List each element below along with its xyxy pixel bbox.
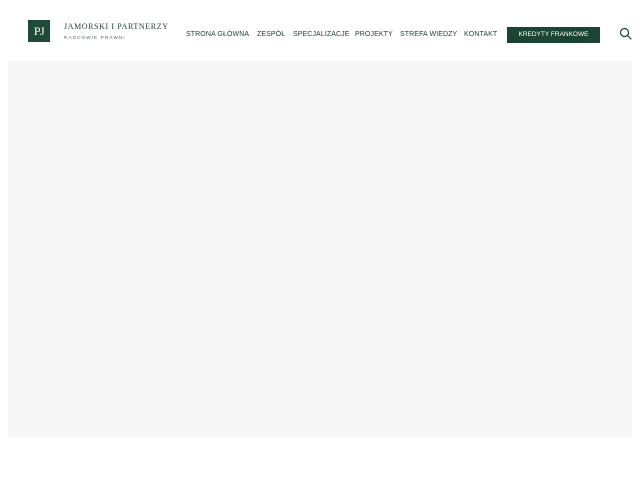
nav-item-knowledge-zone[interactable]: STREFA WIEDZY [400,30,457,40]
site-header: PJ JAMORSKI I PARTNERZY RADCOWIE PRAWNI … [0,0,640,60]
cta-button[interactable]: KREDYTY FRANKOWE [507,27,600,43]
nav-item-specializations[interactable]: SPECJALIZACJE [293,30,350,40]
nav-item-team[interactable]: ZESPÓŁ [257,30,285,40]
nav-item-home[interactable]: STRONA GŁÓWNA [186,30,249,40]
nav-item-contact[interactable]: KONTAKT [464,30,497,40]
search-icon[interactable] [619,27,633,41]
hero-placeholder [8,61,632,437]
logo-mark: PJ [28,20,50,42]
brand-tagline: RADCOWIE PRAWNI [64,34,126,40]
nav-item-projects[interactable]: PROJEKTY [355,30,393,40]
brand-name: JAMORSKI I PARTNERZY [64,21,169,31]
logo[interactable]: PJ JAMORSKI I PARTNERZY RADCOWIE PRAWNI [28,20,169,42]
search-icon-graphic [619,27,632,40]
logo-text: JAMORSKI I PARTNERZY RADCOWIE PRAWNI [64,22,169,41]
